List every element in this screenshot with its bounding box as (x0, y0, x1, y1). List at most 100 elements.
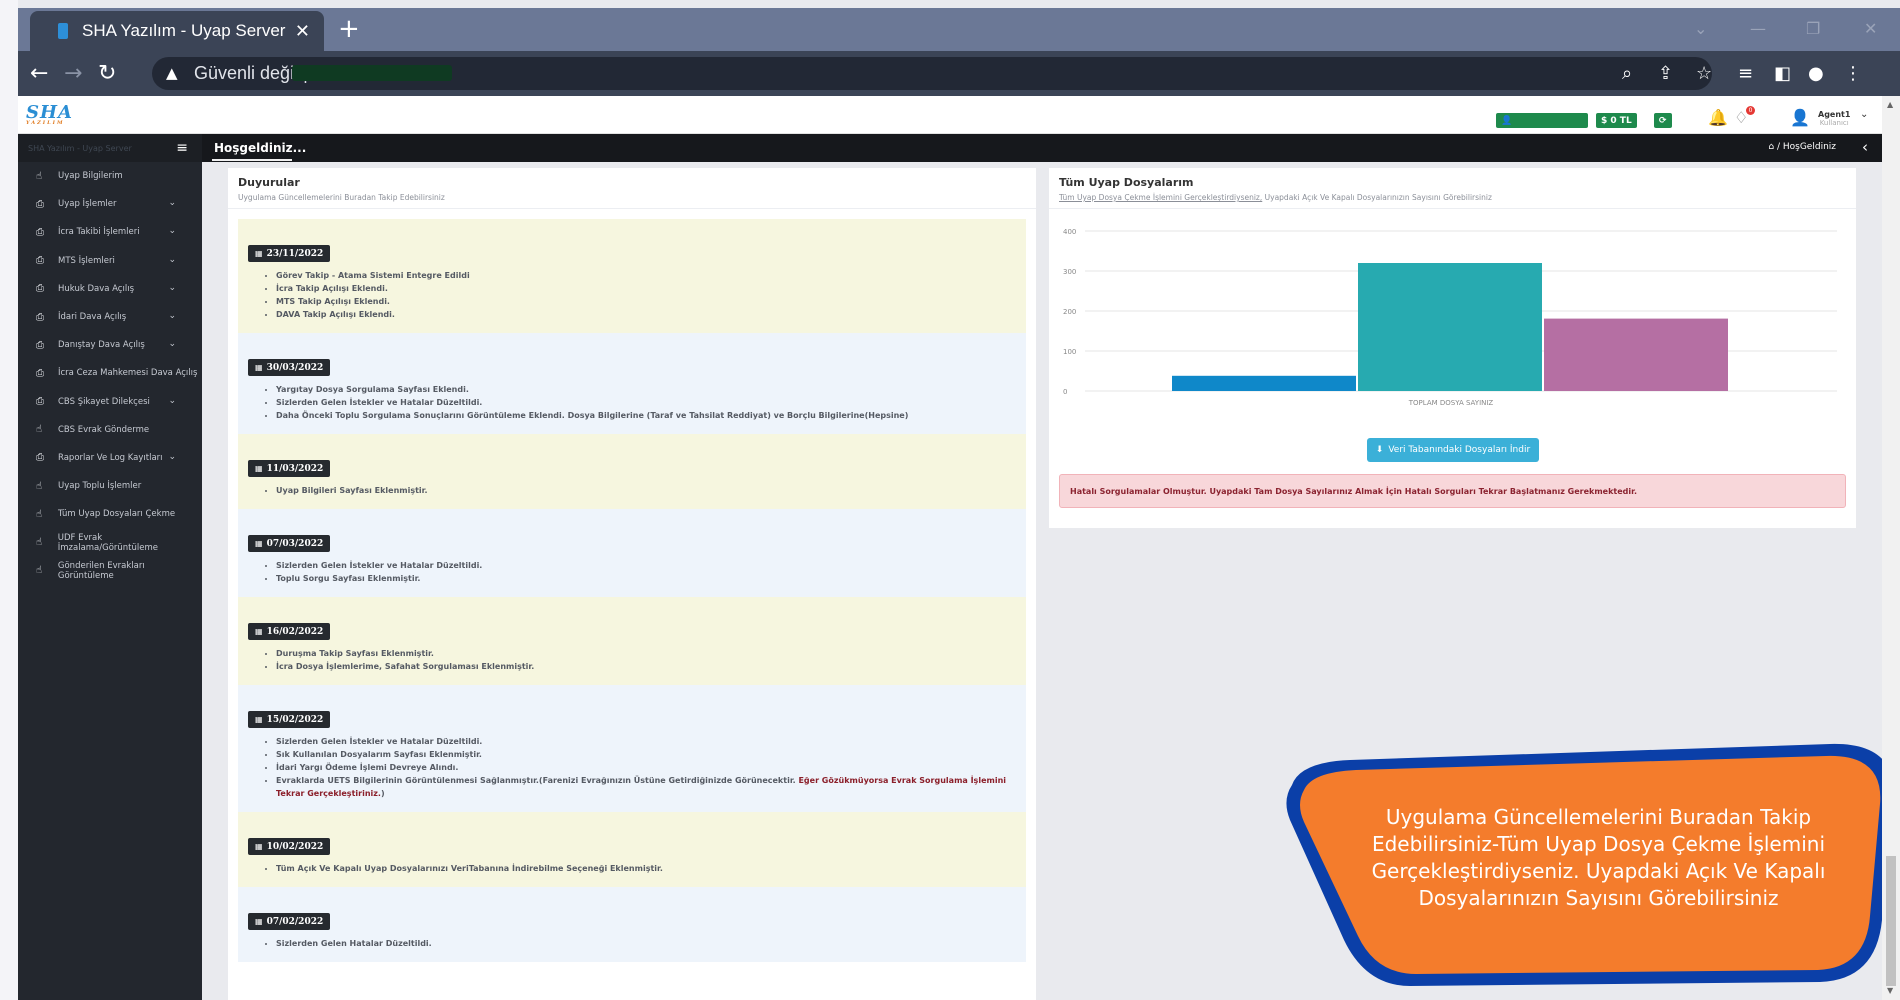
sha-logo[interactable]: SHA YAZILIM (26, 102, 73, 126)
chevron-down-icon[interactable]: ⌄ (1860, 109, 1868, 120)
announcement-item: Sizlerden Gelen İstekler ve Hatalar Düze… (276, 735, 1016, 748)
close-tab-icon[interactable]: ✕ (295, 21, 310, 42)
bell-icon[interactable]: 🔔 (1708, 108, 1728, 127)
scrollbar-thumb[interactable] (1886, 856, 1896, 986)
bookmark-star-icon[interactable]: ☆ (1696, 63, 1712, 84)
user-menu[interactable]: Agent1 Kullanıcı (1818, 110, 1850, 128)
calendar-icon: ▦ (255, 248, 263, 258)
sidebar-item[interactable]: ⎙ Danıştay Dava Açılış ⌄ (18, 331, 202, 359)
announcement-date: ▦ 23/11/2022 (248, 245, 331, 262)
browser-tab[interactable]: SHA Yazılım - Uyap Server ✕ (30, 11, 324, 51)
address-bar-row: ← → ↻ ▲ Güvenli değil | ⌕ ⇪ ☆ ≡ ◧ ● ⋮ (18, 51, 1900, 96)
sidebar-item[interactable]: ⎙ MTS İşlemleri ⌄ (18, 247, 202, 275)
printer-icon: ⎙ (36, 198, 44, 210)
sidebar-item[interactable]: ☝ Uyap Bilgilerim (18, 162, 202, 190)
sidebar-item[interactable]: ⎙ Hukuk Dava Açılış ⌄ (18, 275, 202, 303)
calendar-icon: ▦ (255, 538, 263, 548)
sidebar-item[interactable]: ☝ Tüm Uyap Dosyaları Çekme (18, 500, 202, 528)
sidebar-item[interactable]: ⎙ İcra Takibi İşlemleri ⌄ (18, 218, 202, 246)
announcement-entry: ▦07/03/2022 Sizlerden Gelen İstekler ve H… (238, 509, 1026, 597)
announcement-item-text: Evraklarda UETS Bilgilerinin Görüntülenm… (276, 776, 799, 785)
chart-bar[interactable] (1358, 263, 1542, 391)
scroll-down-icon[interactable]: ▼ (1887, 986, 1893, 995)
tab-title: SHA Yazılım - Uyap Server (82, 21, 286, 40)
profile-icon[interactable]: ● (1808, 63, 1824, 84)
y-tick-label: 200 (1063, 308, 1076, 316)
chevron-down-icon: ⌄ (168, 198, 176, 209)
user-icon: 👤 (1501, 115, 1513, 126)
tab-search-icon[interactable]: ⌄ (1694, 19, 1707, 38)
sidebar-item[interactable]: ☝ CBS Evrak Gönderme (18, 416, 202, 444)
files-card-title: Tüm Uyap Dosyalarım (1059, 176, 1194, 189)
announcements-list: ▦23/11/2022Görev Takip - Atama Sistemi E… (228, 209, 1036, 962)
announcement-item: Tüm Açık Ve Kapalı Uyap Dosyalarınızı Ve… (276, 862, 1016, 875)
hand-pointer-icon: ☝ (36, 508, 43, 520)
chevron-down-icon: ⌄ (168, 339, 176, 350)
announcement-item: Uyap Bilgileri Sayfası Eklenmiştir. (276, 484, 1016, 497)
chevron-down-icon: ⌄ (168, 395, 176, 406)
y-tick-label: 0 (1063, 388, 1067, 396)
hand-pointer-icon: ☝ (36, 170, 43, 182)
sidebar-item[interactable]: ☝ Uyap Toplu İşlemler (18, 472, 202, 500)
sidebar-item[interactable]: ☝ UDF Evrak İmzalama/Görüntüleme (18, 528, 202, 556)
user-name: Agent1 (1818, 110, 1851, 119)
security-label: Güvenli değil | (194, 63, 308, 83)
chevron-down-icon: ⌄ (168, 254, 176, 265)
announcements-header: Duyurular Uygulama Güncellemelerini Bura… (228, 168, 1036, 209)
share-icon[interactable]: ⇪ (1658, 63, 1673, 84)
sidebar-item[interactable]: ⎙ CBS Şikayet Dilekçesi ⌄ (18, 388, 202, 416)
calendar-icon: ▦ (255, 362, 263, 372)
sidebar-item-label: UDF Evrak İmzalama/Görüntüleme (57, 532, 159, 553)
collapse-chevron-icon[interactable]: ‹ (1862, 138, 1868, 156)
refresh-button[interactable]: ⟳ (1654, 113, 1672, 128)
app-header: SHA YAZILIM 👤 $ 0 TL ⟳ 🔔 ♢ 0 👤 Agent1 Ku… (18, 96, 1882, 134)
chart-bar[interactable] (1544, 318, 1728, 391)
announcement-item: İdari Yargı Ödeme İşlemi Devreye Alındı. (276, 761, 1016, 774)
page-scrollbar[interactable]: ▲ ▼ (1882, 96, 1900, 1000)
announcement-date: ▦ 15/02/2022 (248, 711, 331, 728)
sidebar-item[interactable]: ⎙ Uyap İşlemler ⌄ (18, 190, 202, 218)
avatar[interactable]: 👤 (1790, 108, 1810, 127)
bar-chart-svg: 0 100 200 300 400 TOPLAM DOSYA SAYINIZ (1063, 228, 1837, 407)
files-card-subtitle-text: Uyapdaki Açık Ve Kapalı Dosyalarınızın S… (1262, 193, 1492, 202)
files-card-subtitle-link[interactable]: Tüm Uyap Dosya Çekme İşlemini Gerçekleşt… (1059, 193, 1262, 202)
download-files-button[interactable]: ⬇ Veri Tabanındaki Dosyaları İndir (1367, 438, 1539, 462)
printer-icon: ⎙ (36, 396, 44, 408)
reload-icon[interactable]: ↻ (98, 61, 116, 86)
close-window-icon[interactable]: ✕ (1864, 19, 1877, 38)
new-tab-icon[interactable]: + (338, 14, 360, 44)
zoom-icon[interactable]: ⌕ (1622, 63, 1632, 84)
sidebar-item[interactable]: ⎙ İcra Ceza Mahkemesi Dava Açılış (18, 359, 202, 387)
calendar-icon: ▦ (255, 916, 263, 926)
sidebar-item[interactable]: ⎙ İdari Dava Açılış ⌄ (18, 303, 202, 331)
restore-icon[interactable]: ❐ (1806, 19, 1820, 38)
announcement-entry: ▦23/11/2022 Görev Takip - Atama Sistemi E… (238, 219, 1026, 333)
side-panel-icon[interactable]: ◧ (1774, 63, 1791, 84)
refresh-icon: ⟳ (1659, 115, 1667, 126)
sidebar-item-label: İcra Ceza Mahkemesi Dava Açılış (58, 368, 198, 379)
announcement-date-text: 07/02/2022 (266, 917, 324, 927)
scroll-up-icon[interactable]: ▲ (1887, 100, 1893, 109)
announcement-entry: ▦11/03/2022 Uyap Bilgileri Sayfası Eklenm… (238, 434, 1026, 509)
reading-list-icon[interactable]: ≡ (1738, 63, 1753, 84)
money-icon: $ (1601, 115, 1611, 126)
home-icon[interactable]: ⌂ (1768, 142, 1774, 152)
announcement-item: İcra Takip Açılışı Eklendi. (276, 282, 1016, 295)
sidebar-menu: ☝ Uyap Bilgilerim ⎙ Uyap İşlemler ⌄ ⎙ İcra Tak… (18, 162, 202, 585)
files-chart-card: Tüm Uyap Dosyalarım Tüm Uyap Dosya Çekme… (1049, 168, 1856, 528)
error-alert: Hatalı Sorgulamalar Olmuştur. Uyapdaki T… (1059, 474, 1846, 508)
back-icon[interactable]: ← (30, 61, 48, 86)
sidebar-item[interactable]: ☝ Gönderilen Evrakları Görüntüleme (18, 557, 202, 585)
sidebar-item-label: Danıştay Dava Açılış (58, 340, 145, 351)
chart-bar[interactable] (1172, 375, 1356, 391)
sidebar-item[interactable]: ⎙ Raporlar Ve Log Kayıtları ⌄ (18, 444, 202, 472)
page-title: Hoşgeldiniz... (214, 141, 307, 155)
menu-dots-icon[interactable]: ⋮ (1844, 63, 1862, 84)
address-bar[interactable]: ▲ Güvenli değil | (152, 57, 1712, 90)
forward-icon[interactable]: → (64, 61, 82, 86)
hamburger-icon[interactable]: ≡ (176, 140, 188, 156)
minimize-icon[interactable]: — (1750, 19, 1766, 38)
callout-bubble: Uygulama Güncellemelerini Buradan Takip … (1270, 740, 1900, 990)
announcement-item: Daha Önceki Toplu Sorgulama Sonuçlarını … (276, 409, 1016, 422)
bar-chart: 0 100 200 300 400 TOPLAM DOSYA SAYINIZ (1059, 223, 1849, 418)
